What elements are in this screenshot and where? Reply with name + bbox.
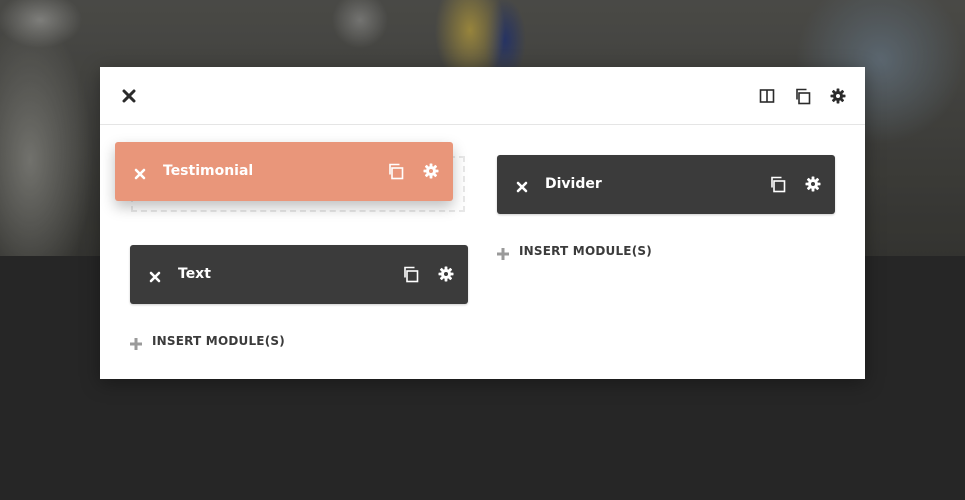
gear-icon[interactable] [423, 163, 439, 179]
close-icon[interactable] [149, 268, 161, 283]
plus-icon [130, 335, 142, 350]
module-testimonial[interactable]: Testimonial [115, 142, 453, 201]
module-title: Divider [545, 176, 602, 192]
insert-module-label: INSERT MODULE(S) [152, 334, 285, 348]
close-icon[interactable] [516, 178, 528, 193]
copy-icon[interactable] [387, 163, 404, 180]
columns-icon[interactable] [759, 88, 775, 104]
copy-icon[interactable] [794, 88, 811, 105]
module-title: Text [178, 266, 211, 282]
copy-icon[interactable] [769, 176, 786, 193]
copy-icon[interactable] [402, 266, 419, 283]
insert-module-button[interactable]: INSERT MODULE(S) [497, 243, 652, 260]
plus-icon [497, 245, 509, 260]
insert-module-button[interactable]: INSERT MODULE(S) [130, 333, 285, 350]
gear-icon[interactable] [438, 266, 454, 282]
module-title: Testimonial [163, 163, 254, 179]
modal-header [100, 67, 865, 125]
module-text[interactable]: Text [130, 245, 468, 304]
insert-module-label: INSERT MODULE(S) [519, 244, 652, 258]
close-icon[interactable] [122, 88, 136, 103]
module-divider[interactable]: Divider [497, 155, 835, 214]
close-icon[interactable] [134, 165, 146, 180]
gear-icon[interactable] [830, 88, 846, 104]
gear-icon[interactable] [805, 176, 821, 192]
